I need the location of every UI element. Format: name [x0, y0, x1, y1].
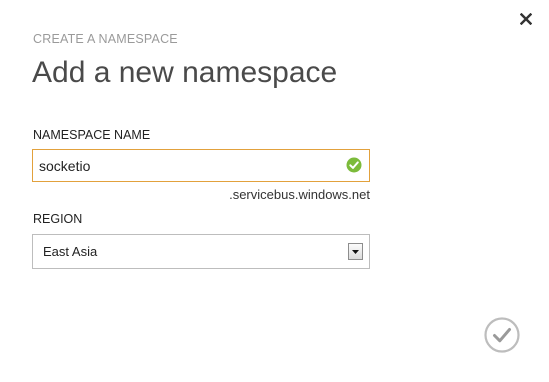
region-label: REGION [33, 212, 83, 226]
region-select[interactable]: East Asia [32, 234, 370, 269]
namespace-name-label: NAMESPACE NAME [33, 128, 151, 142]
checkmark-icon [484, 317, 520, 353]
valid-check-icon [346, 157, 362, 173]
region-dropdown-button[interactable] [348, 243, 363, 260]
create-namespace-dialog: CREATE A NAMESPACE Add a new namespace N… [0, 0, 549, 382]
namespace-domain-suffix: .servicebus.windows.net [229, 187, 370, 202]
close-icon [520, 13, 532, 25]
namespace-name-input[interactable] [32, 149, 370, 182]
dialog-title: Add a new namespace [32, 56, 338, 89]
chevron-down-icon [352, 249, 359, 254]
close-button[interactable] [516, 9, 536, 29]
dialog-eyebrow: CREATE A NAMESPACE [33, 32, 178, 46]
confirm-button[interactable] [484, 317, 520, 353]
region-selected-value: East Asia [43, 244, 98, 259]
